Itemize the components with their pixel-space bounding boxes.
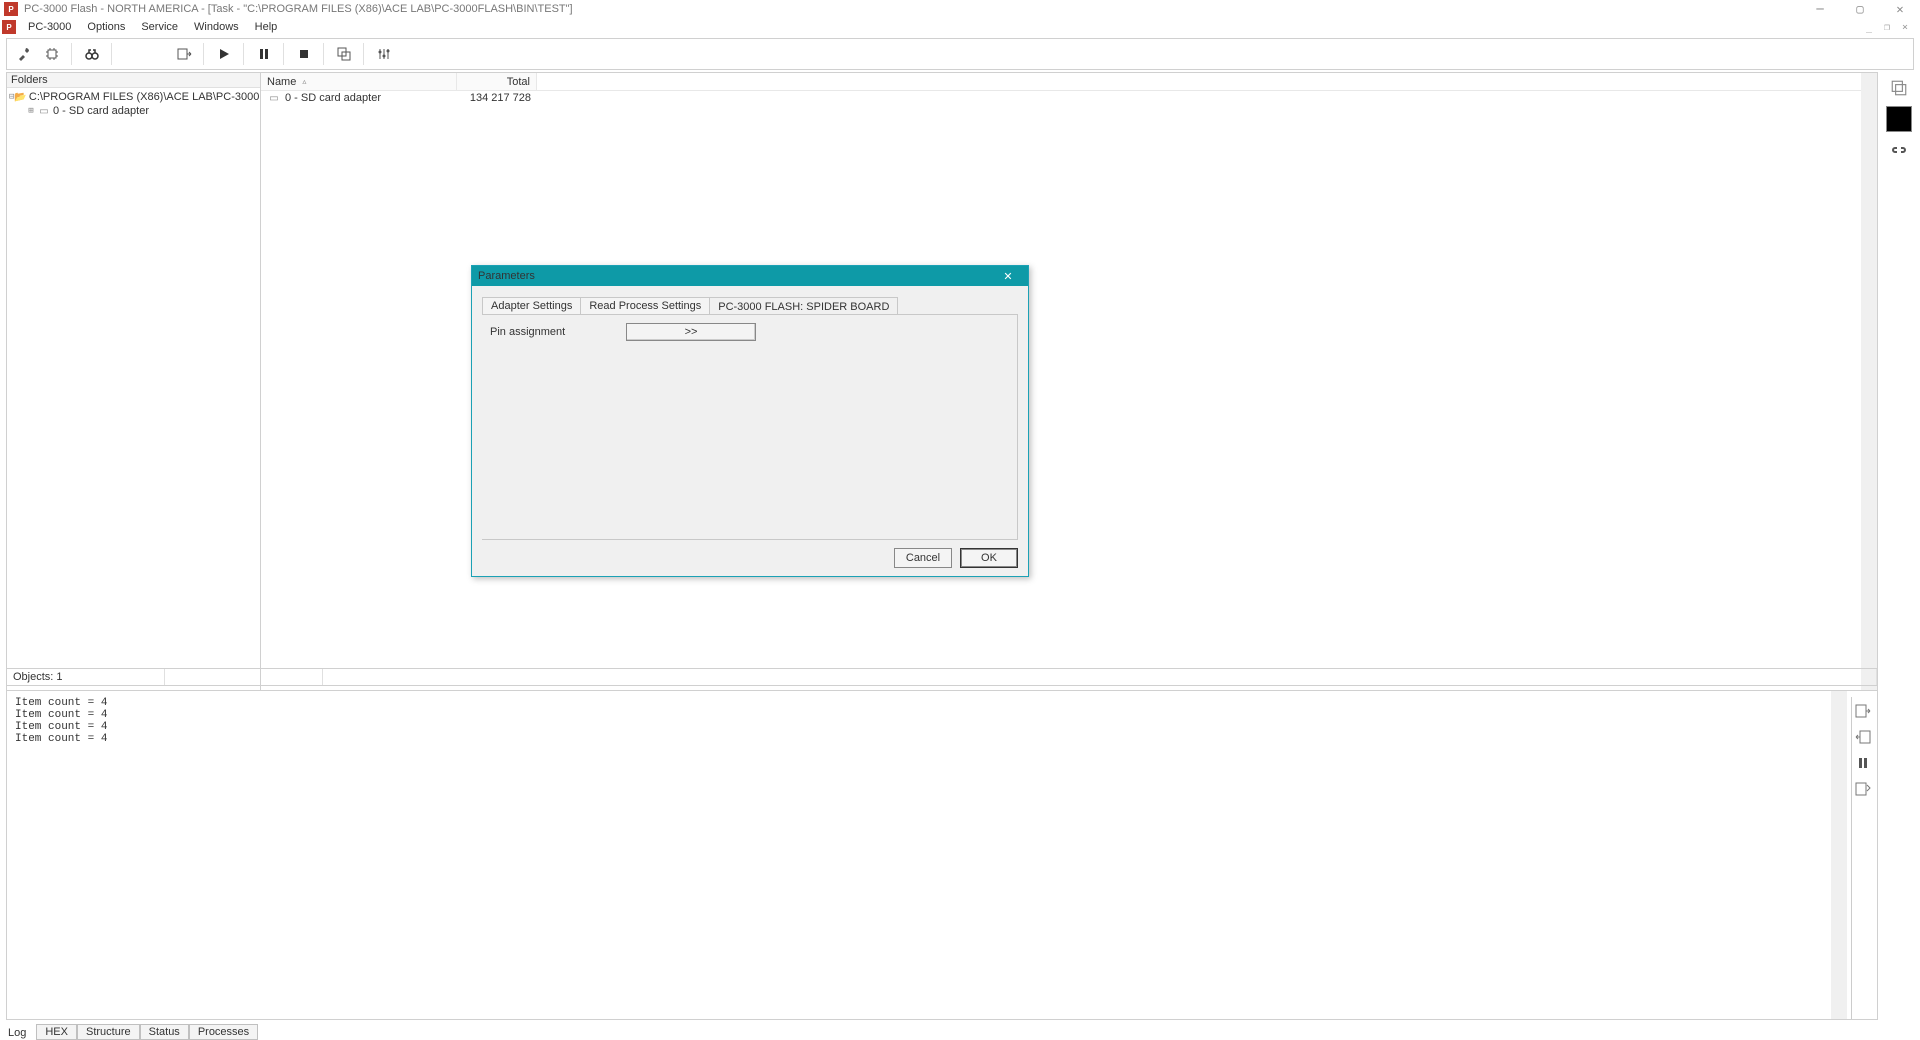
- mdi-restore-button[interactable]: ❐: [1878, 20, 1896, 34]
- sort-asc-icon: ▵: [302, 77, 306, 86]
- link-icon[interactable]: [1886, 138, 1912, 162]
- bottom-tabbar: Log HEX Structure Status Processes: [6, 1022, 1914, 1040]
- status-cell-3: [323, 669, 1877, 685]
- menu-service[interactable]: Service: [133, 20, 186, 34]
- mdi-minimize-button[interactable]: _: [1860, 20, 1878, 34]
- binoculars-icon[interactable]: [79, 42, 105, 66]
- window-close-button[interactable]: ✕: [1880, 0, 1920, 18]
- log-side-toolbar: [1847, 691, 1877, 1019]
- param-label: Pin assignment: [490, 326, 616, 338]
- cancel-button[interactable]: Cancel: [894, 548, 952, 568]
- mdi-close-button[interactable]: ×: [1896, 20, 1914, 34]
- tab-structure[interactable]: Structure: [77, 1024, 140, 1040]
- column-total[interactable]: Total: [457, 73, 537, 90]
- status-cell-2: [165, 669, 323, 685]
- dialog-button-row: Cancel OK: [472, 540, 1028, 576]
- tree-root-row[interactable]: ⊟ 📂 C:\PROGRAM FILES (X86)\ACE LAB\PC-30…: [9, 90, 258, 104]
- tab-hex[interactable]: HEX: [36, 1024, 77, 1040]
- dialog-tab-adapter[interactable]: Adapter Settings: [482, 297, 581, 314]
- chip-icon[interactable]: [39, 42, 65, 66]
- parameters-dialog: Parameters ✕ Adapter Settings Read Proce…: [471, 265, 1029, 577]
- log-text[interactable]: Item count = 4 Item count = 4 Item count…: [7, 691, 1831, 1019]
- drive-icon: ▭: [37, 105, 51, 117]
- window-title: PC-3000 Flash - NORTH AMERICA - [Task - …: [24, 3, 1916, 15]
- app-icon: P: [4, 2, 18, 16]
- folders-pane-title: Folders: [7, 73, 260, 88]
- expand-icon[interactable]: ⊞: [25, 106, 37, 116]
- tree-child-row[interactable]: ⊞ ▭ 0 - SD card adapter: [9, 104, 258, 118]
- tab-log[interactable]: Log: [6, 1026, 36, 1040]
- pin-assignment-button[interactable]: >>: [626, 323, 756, 341]
- toolbar: [6, 38, 1914, 70]
- dialog-tab-spider-board[interactable]: PC-3000 FLASH: SPIDER BOARD: [710, 297, 898, 315]
- export-icon[interactable]: [171, 42, 197, 66]
- ok-button[interactable]: OK: [960, 548, 1018, 568]
- log-panel: Item count = 4 Item count = 4 Item count…: [6, 690, 1878, 1020]
- log-vscrollbar[interactable]: [1831, 691, 1847, 1019]
- pause-icon[interactable]: [251, 42, 277, 66]
- window-maximize-button[interactable]: ▢: [1840, 0, 1880, 18]
- dialog-tab-read-process[interactable]: Read Process Settings: [581, 297, 710, 314]
- menu-options[interactable]: Options: [79, 20, 133, 34]
- window-minimize-button[interactable]: ─: [1800, 0, 1840, 18]
- tab-status[interactable]: Status: [140, 1024, 189, 1040]
- drive-icon: ▭: [267, 92, 281, 104]
- status-objects: Objects: 1: [7, 669, 165, 685]
- status-bar: Objects: 1: [6, 668, 1878, 686]
- dialog-title: Parameters: [478, 270, 535, 282]
- settings-icon[interactable]: [371, 42, 397, 66]
- folder-tree[interactable]: ⊟ 📂 C:\PROGRAM FILES (X86)\ACE LAB\PC-30…: [7, 88, 260, 765]
- dialog-tabs: Adapter Settings Read Process Settings P…: [482, 294, 1018, 314]
- tools-icon[interactable]: [11, 42, 37, 66]
- stop-icon[interactable]: [291, 42, 317, 66]
- tree-root-label: C:\PROGRAM FILES (X86)\ACE LAB\PC-3000FL…: [29, 91, 260, 103]
- tab-processes[interactable]: Processes: [189, 1024, 258, 1040]
- tree-child-label: 0 - SD card adapter: [53, 105, 149, 117]
- grid-header: Name ▵ Total: [261, 73, 1877, 91]
- color-swatch[interactable]: [1886, 106, 1912, 132]
- play-icon[interactable]: [211, 42, 237, 66]
- log-pause-icon[interactable]: [1852, 753, 1874, 773]
- log-clear-icon[interactable]: [1852, 779, 1874, 799]
- cell-total: 134 217 728: [470, 92, 531, 104]
- param-row-pin-assignment: Pin assignment >>: [490, 323, 1009, 341]
- right-sidebar: [1884, 72, 1914, 782]
- menu-pc3000[interactable]: PC-3000: [20, 20, 79, 34]
- dialog-tab-page: Pin assignment >>: [482, 314, 1018, 540]
- cascade-icon[interactable]: [331, 42, 357, 66]
- column-name-label: Name: [267, 76, 296, 88]
- dialog-close-button[interactable]: ✕: [994, 266, 1022, 286]
- document-icon: P: [2, 20, 16, 34]
- layers-icon[interactable]: [1886, 76, 1912, 100]
- dialog-titlebar[interactable]: Parameters ✕: [472, 266, 1028, 286]
- folder-open-icon: 📂: [14, 91, 26, 103]
- menu-help[interactable]: Help: [247, 20, 286, 34]
- window-titlebar: P PC-3000 Flash - NORTH AMERICA - [Task …: [0, 0, 1920, 18]
- log-import-icon[interactable]: [1852, 727, 1874, 747]
- log-export-icon[interactable]: [1852, 701, 1874, 721]
- column-name[interactable]: Name ▵: [261, 73, 457, 90]
- menubar: P PC-3000 Options Service Windows Help _…: [0, 18, 1920, 36]
- menu-windows[interactable]: Windows: [186, 20, 247, 34]
- column-total-label: Total: [507, 76, 530, 88]
- cell-name: 0 - SD card adapter: [285, 92, 381, 104]
- table-row[interactable]: ▭ 0 - SD card adapter 134 217 728: [261, 91, 1877, 105]
